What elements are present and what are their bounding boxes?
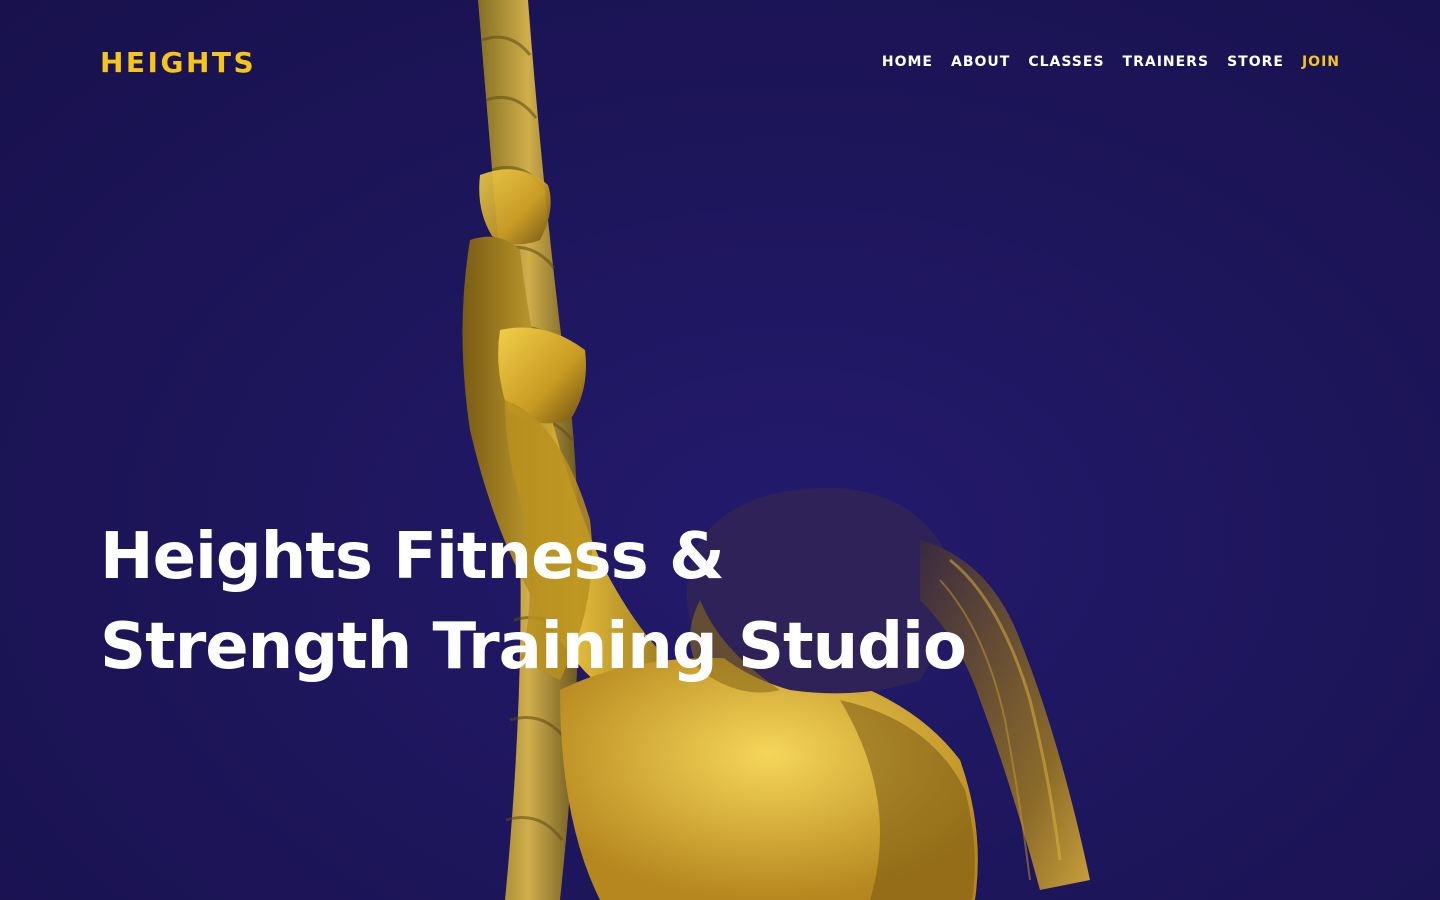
hero-headline-line-2: Strength Training Studio <box>100 610 967 684</box>
logo[interactable]: HEIGHTS <box>100 46 256 79</box>
hero-headline-line-1: Heights Fitness & <box>100 520 725 594</box>
nav-item-classes[interactable]: CLASSES <box>1028 54 1104 70</box>
hero-image <box>462 0 1090 900</box>
nav-item-store[interactable]: STORE <box>1227 54 1284 70</box>
main-nav: HOME ABOUT CLASSES TRAINERS STORE JOIN <box>882 54 1340 70</box>
nav-item-trainers[interactable]: TRAINERS <box>1123 54 1210 70</box>
landing-page: HEIGHTS HOME ABOUT CLASSES TRAINERS STOR… <box>0 0 1440 900</box>
nav-item-join[interactable]: JOIN <box>1302 54 1340 70</box>
nav-item-about[interactable]: ABOUT <box>951 54 1010 70</box>
hero-headline: Heights Fitness & Strength Training Stud… <box>100 512 967 692</box>
nav-item-home[interactable]: HOME <box>882 54 933 70</box>
site-header: HEIGHTS HOME ABOUT CLASSES TRAINERS STOR… <box>100 40 1340 84</box>
